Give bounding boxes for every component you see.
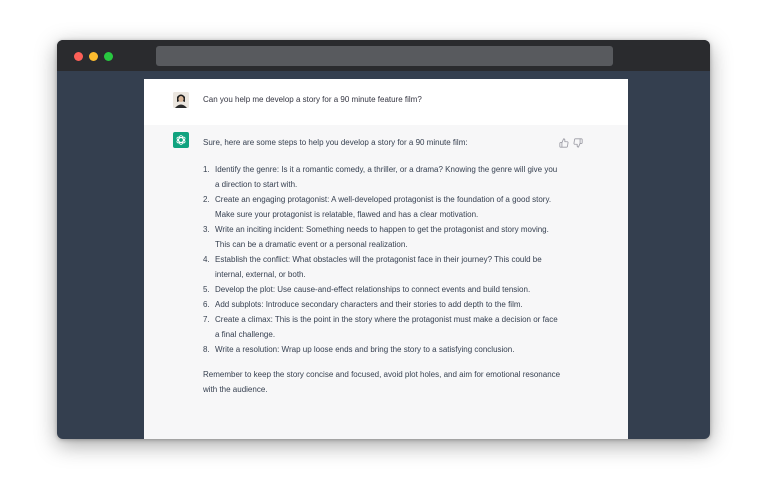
- user-avatar-icon: [173, 92, 189, 108]
- user-message-text: Can you help me develop a story for a 90…: [203, 95, 422, 104]
- list-item: 8. Write a resolution: Wrap up loose end…: [203, 342, 563, 357]
- list-item-text: Add subplots: Introduce secondary charac…: [215, 300, 523, 309]
- list-item-text: Create a climax: This is the point in th…: [215, 315, 558, 339]
- list-item: 7. Create a climax: This is the point in…: [203, 312, 563, 342]
- user-message-row: Can you help me develop a story for a 90…: [144, 79, 628, 126]
- list-item-number: 2.: [203, 195, 210, 204]
- zoom-window-button[interactable]: [104, 52, 113, 61]
- list-item: 3. Write an inciting incident: Something…: [203, 222, 563, 252]
- steps-list: 1. Identify the genre: Is it a romantic …: [203, 162, 563, 357]
- list-item-text: Create an engaging protagonist: A well-d…: [215, 195, 552, 219]
- list-item-number: 3.: [203, 225, 210, 234]
- minimize-window-button[interactable]: [89, 52, 98, 61]
- list-item: 6. Add subplots: Introduce secondary cha…: [203, 297, 563, 312]
- browser-window: Can you help me develop a story for a 90…: [57, 40, 710, 439]
- title-bar: [57, 40, 710, 71]
- list-item-number: 7.: [203, 315, 210, 324]
- assistant-message-text: Sure, here are some steps to help you de…: [203, 135, 563, 397]
- chat-panel: Can you help me develop a story for a 90…: [144, 79, 628, 439]
- list-item: 4. Establish the conflict: What obstacle…: [203, 252, 563, 282]
- assistant-intro: Sure, here are some steps to help you de…: [203, 138, 468, 147]
- list-item-text: Establish the conflict: What obstacles w…: [215, 255, 542, 279]
- list-item-text: Identify the genre: Is it a romantic com…: [215, 165, 558, 189]
- close-window-button[interactable]: [74, 52, 83, 61]
- assistant-outro: Remember to keep the story concise and f…: [203, 370, 561, 394]
- list-item: 2. Create an engaging protagonist: A wel…: [203, 192, 563, 222]
- list-item: 5. Develop the plot: Use cause-and-effec…: [203, 282, 563, 297]
- list-item-number: 1.: [203, 165, 210, 174]
- openai-logo-icon: [173, 132, 189, 148]
- list-item-text: Write an inciting incident: Something ne…: [215, 225, 549, 249]
- thumbs-up-icon[interactable]: [559, 135, 569, 148]
- list-item: 1. Identify the genre: Is it a romantic …: [203, 162, 563, 192]
- list-item-number: 4.: [203, 255, 210, 264]
- list-item-number: 5.: [203, 285, 210, 294]
- list-item-text: Develop the plot: Use cause-and-effect r…: [215, 285, 531, 294]
- thumbs-down-icon[interactable]: [573, 135, 583, 148]
- list-item-number: 8.: [203, 345, 210, 354]
- list-item-text: Write a resolution: Wrap up loose ends a…: [215, 345, 515, 354]
- address-bar[interactable]: [156, 46, 613, 66]
- feedback-buttons: [559, 135, 587, 148]
- list-item-number: 6.: [203, 300, 210, 309]
